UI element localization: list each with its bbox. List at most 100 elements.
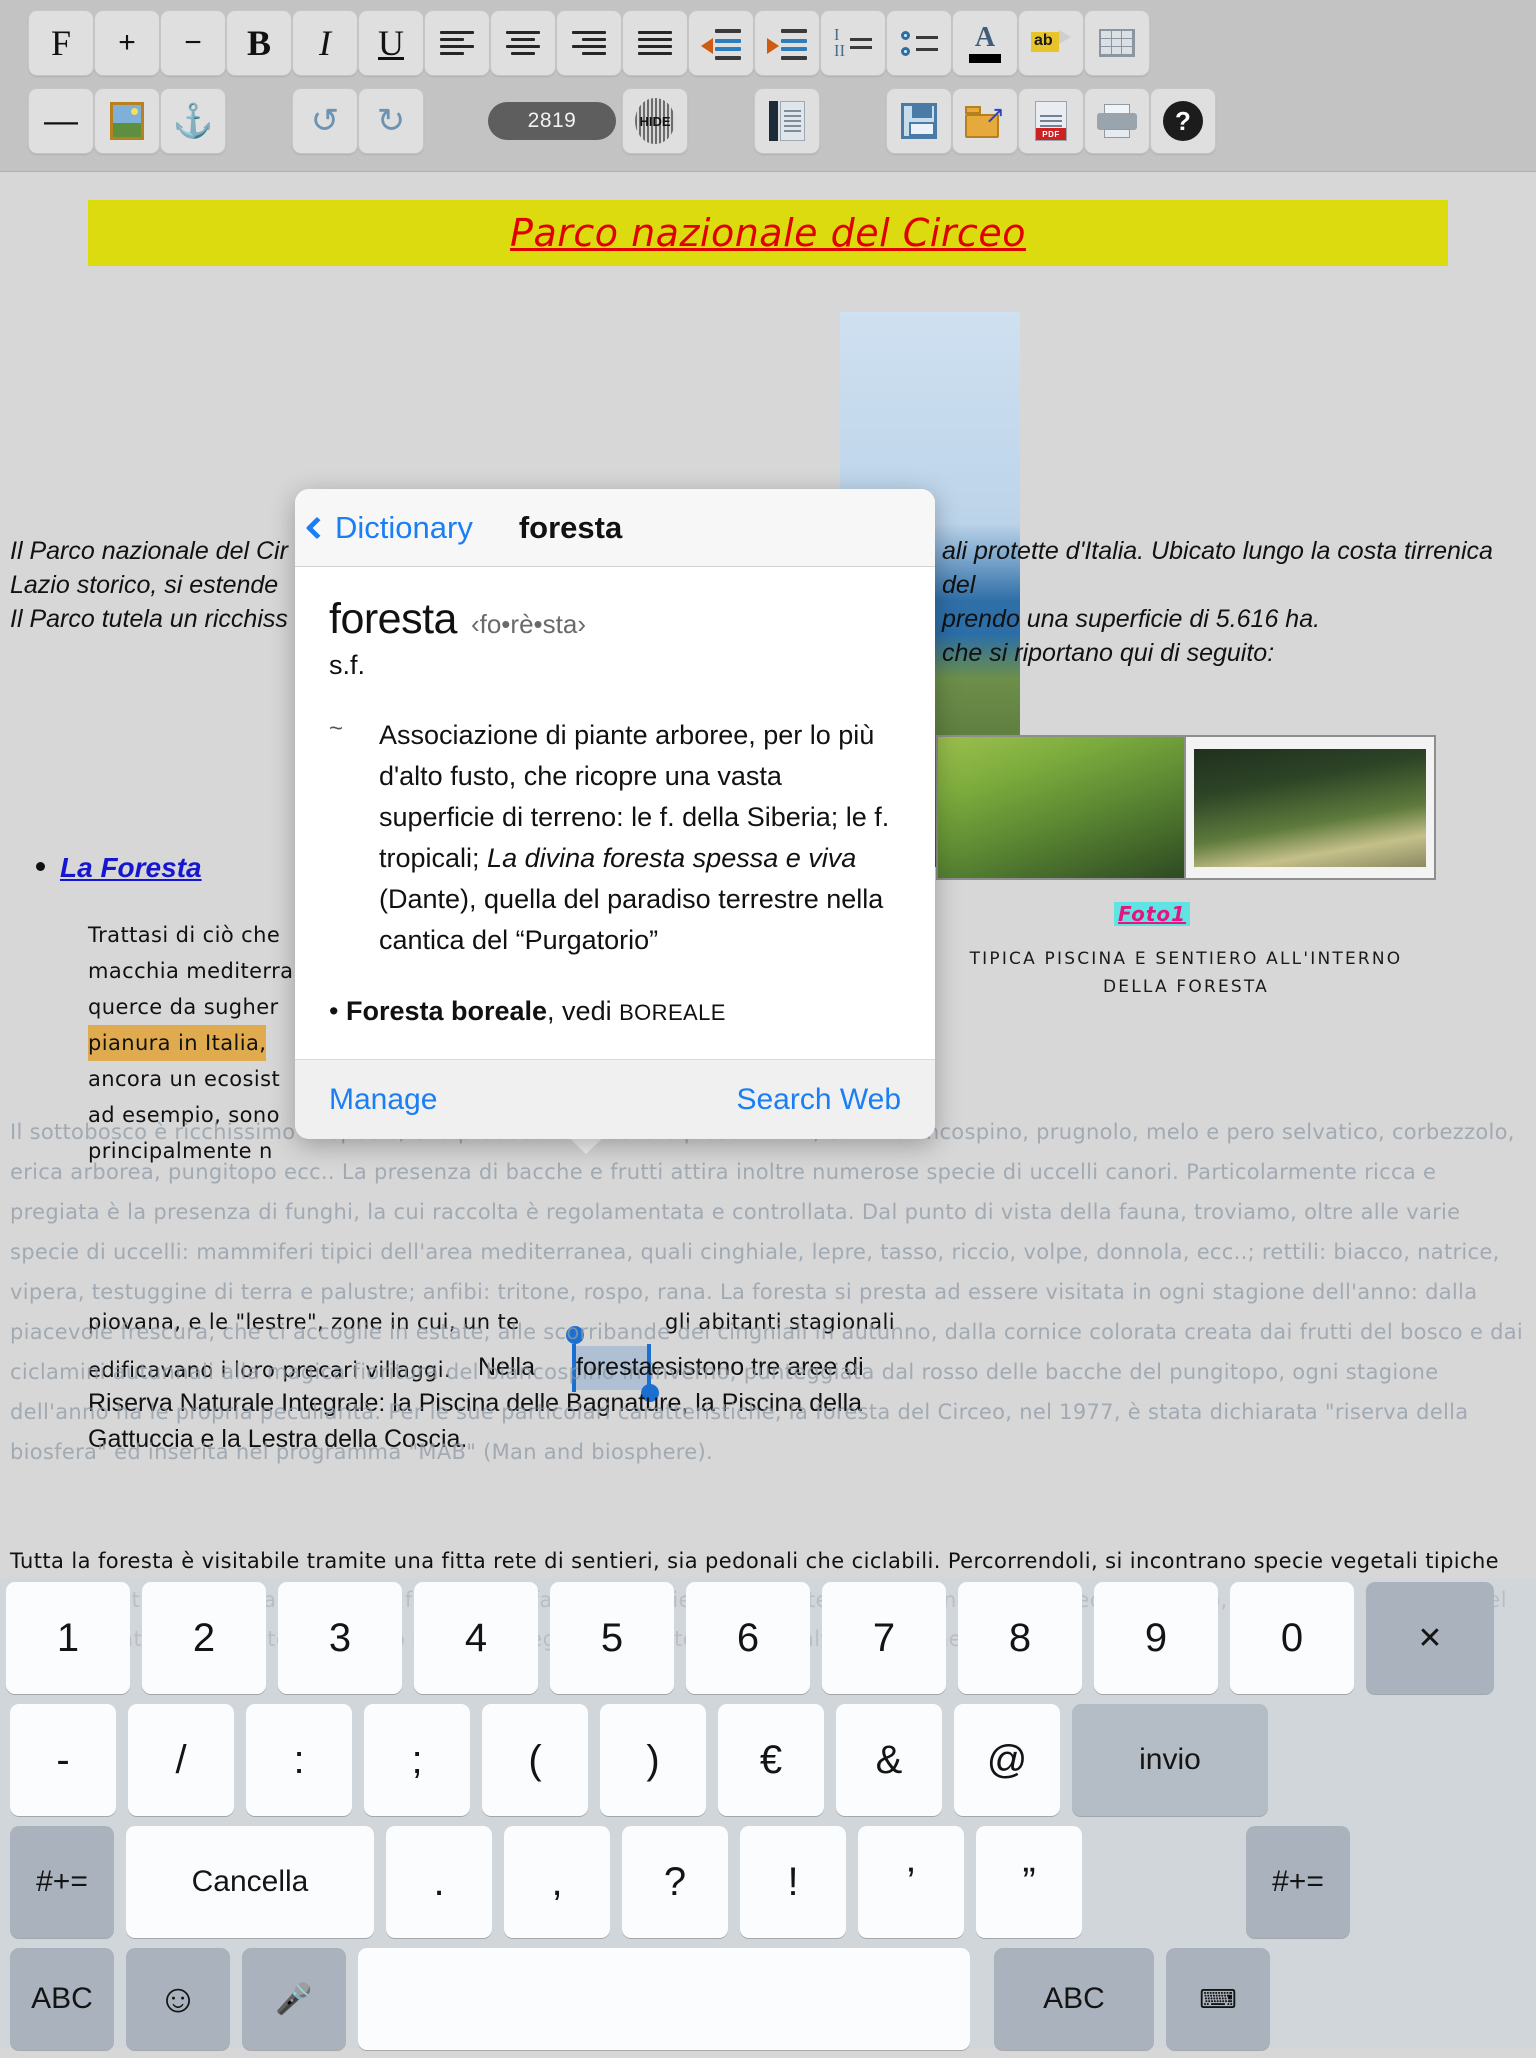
abc-right-key[interactable]: ABC — [994, 1948, 1154, 2050]
link-foto1[interactable]: Foto1 — [1114, 902, 1190, 926]
help-button[interactable]: ? — [1150, 88, 1216, 154]
align-right-button[interactable] — [556, 10, 622, 76]
highlight-color-button[interactable]: ab — [1018, 10, 1084, 76]
decrease-font-size-button[interactable]: − — [160, 10, 226, 76]
decrease-indent-button[interactable] — [688, 10, 754, 76]
hide-toolbar-button[interactable]: HIDE — [622, 88, 688, 154]
line-spacing-button[interactable]: III — [820, 10, 886, 76]
page-title: Parco nazionale del Circeo — [510, 211, 1026, 255]
key-apostrophe[interactable]: ’ — [858, 1826, 964, 1938]
insert-anchor-button[interactable]: ⚓ — [160, 88, 226, 154]
insert-image-button[interactable] — [94, 88, 160, 154]
symbols-toggle-left-key[interactable]: #+= — [10, 1826, 114, 1938]
dictionary-back-button[interactable]: Dictionary — [309, 510, 473, 546]
photo-group — [936, 735, 1436, 880]
undo-button[interactable]: ↺ — [292, 88, 358, 154]
emoji-key[interactable]: ☺ — [126, 1948, 230, 2050]
increase-indent-button[interactable] — [754, 10, 820, 76]
link-la-foresta[interactable]: La Foresta — [60, 852, 202, 884]
bullet-1-vedi: , vedi — [547, 996, 619, 1026]
key-8[interactable]: 8 — [958, 1582, 1082, 1694]
document-title-banner: Parco nazionale del Circeo — [88, 200, 1448, 266]
horizontal-rule-icon: — — [44, 102, 78, 141]
hide-icon: HIDE — [635, 98, 675, 144]
bold-button[interactable]: B — [226, 10, 292, 76]
dismiss-keyboard-key[interactable]: ⌨ — [1166, 1948, 1270, 2050]
bulleted-list-button[interactable] — [886, 10, 952, 76]
minus-icon: − — [184, 26, 202, 60]
document-icon — [769, 101, 805, 141]
abc-left-key[interactable]: ABC — [10, 1948, 114, 2050]
chevron-left-icon — [306, 516, 329, 539]
document-view-button[interactable] — [754, 88, 820, 154]
list-bullet-icon — [36, 862, 45, 871]
key-period[interactable]: . — [386, 1826, 492, 1938]
key-3[interactable]: 3 — [278, 1582, 402, 1694]
insert-table-button[interactable] — [1084, 10, 1150, 76]
italic-button[interactable]: I — [292, 10, 358, 76]
key-1[interactable]: 1 — [6, 1582, 130, 1694]
export-button[interactable]: ↗ — [952, 88, 1018, 154]
anchor-icon: ⚓ — [172, 102, 213, 141]
keyboard-row-numbers: 1 2 3 4 5 6 7 8 9 0 ✕ — [0, 1582, 1536, 1698]
toolbar-row-actions: — ⚓ ↺ ↻ 2819 HIDE ↗ PDF ? — [0, 88, 1536, 158]
key-slash[interactable]: / — [128, 1704, 234, 1816]
increase-font-size-button[interactable]: + — [94, 10, 160, 76]
key-7[interactable]: 7 — [822, 1582, 946, 1694]
delete-key[interactable]: Cancella — [126, 1826, 374, 1938]
save-button[interactable] — [886, 88, 952, 154]
key-6[interactable]: 6 — [686, 1582, 810, 1694]
font-name-button[interactable]: F — [28, 10, 94, 76]
manage-button[interactable]: Manage — [329, 1083, 437, 1117]
align-center-button[interactable] — [490, 10, 556, 76]
dictionary-header: Dictionary foresta — [295, 489, 935, 567]
key-paren-open[interactable]: ( — [482, 1704, 588, 1816]
align-justify-button[interactable] — [622, 10, 688, 76]
font-color-button[interactable]: A — [952, 10, 1018, 76]
key-euro[interactable]: € — [718, 1704, 824, 1816]
paragraph-sottobosco-obscured: Il sottobosco è ricchissimo di specie, c… — [10, 1112, 1526, 1472]
export-pdf-button[interactable]: PDF — [1018, 88, 1084, 154]
help-icon: ? — [1163, 101, 1203, 141]
key-9[interactable]: 9 — [1094, 1582, 1218, 1694]
dictionary-popup[interactable]: Dictionary foresta foresta ‹fo•rè•sta› s… — [295, 489, 935, 1139]
microphone-icon: 🎤 — [275, 1982, 312, 2017]
space-key[interactable] — [358, 1948, 970, 2050]
key-ampersand[interactable]: & — [836, 1704, 942, 1816]
enter-key[interactable]: invio — [1072, 1704, 1268, 1816]
dictionary-body: foresta ‹fo•rè•sta› s.f. ~ Associazione … — [295, 567, 935, 1059]
redo-button[interactable]: ↻ — [358, 88, 424, 154]
search-web-button[interactable]: Search Web — [736, 1083, 901, 1117]
intro-line-3-right: che si riportano qui di seguito: — [942, 636, 1532, 670]
align-justify-icon — [638, 31, 672, 55]
undo-icon: ↺ — [311, 101, 340, 141]
key-exclamation[interactable]: ! — [740, 1826, 846, 1938]
key-5[interactable]: 5 — [550, 1582, 674, 1694]
key-comma[interactable]: , — [504, 1826, 610, 1938]
underline-button[interactable]: U — [358, 10, 424, 76]
align-center-icon — [506, 31, 540, 55]
dictation-key[interactable]: 🎤 — [242, 1948, 346, 2050]
key-4[interactable]: 4 — [414, 1582, 538, 1694]
key-0[interactable]: 0 — [1230, 1582, 1354, 1694]
key-paren-close[interactable]: ) — [600, 1704, 706, 1816]
selected-word[interactable]: foresta — [576, 1349, 652, 1385]
backspace-key[interactable]: ✕ — [1366, 1582, 1494, 1694]
align-left-button[interactable] — [424, 10, 490, 76]
key-colon[interactable]: : — [246, 1704, 352, 1816]
picture-icon — [110, 102, 144, 140]
bullet-list-icon — [901, 31, 938, 56]
key-question[interactable]: ? — [622, 1826, 728, 1938]
key-2[interactable]: 2 — [142, 1582, 266, 1694]
photo-sentiero — [1194, 749, 1426, 867]
key-quote[interactable]: ” — [976, 1826, 1082, 1938]
key-hyphen[interactable]: - — [10, 1704, 116, 1816]
symbols-toggle-right-key[interactable]: #+= — [1246, 1826, 1350, 1938]
print-button[interactable] — [1084, 88, 1150, 154]
horizontal-rule-button[interactable]: — — [28, 88, 94, 154]
entry-sense: ~ Associazione di piante arboree, per lo… — [329, 715, 901, 961]
key-at[interactable]: @ — [954, 1704, 1060, 1816]
key-semicolon[interactable]: ; — [364, 1704, 470, 1816]
floppy-disk-icon — [901, 103, 937, 139]
on-screen-keyboard[interactable]: 1 2 3 4 5 6 7 8 9 0 ✕ - / : ; ( ) € & @ … — [0, 1578, 1536, 2048]
